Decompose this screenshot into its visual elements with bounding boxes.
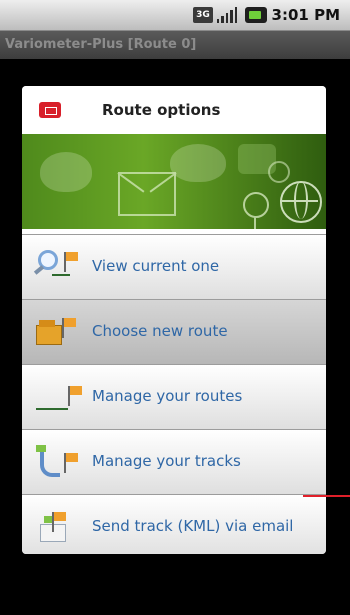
status-clock: 3:01 PM	[271, 6, 340, 24]
email-track-icon	[36, 510, 80, 542]
route-flag-icon	[36, 380, 82, 412]
menu-item-choose-route[interactable]: Choose new route	[22, 299, 326, 364]
dialog-header: Route options	[22, 86, 326, 134]
app-title: Variometer-Plus [Route 0]	[5, 37, 197, 52]
male-symbol-icon	[268, 161, 290, 183]
folder-route-icon	[36, 315, 80, 347]
menu-item-label: Send track (KML) via email	[92, 517, 294, 535]
dialog-title: Route options	[102, 101, 221, 119]
signal-strength-icon	[217, 7, 238, 23]
globe-icon	[280, 181, 322, 223]
app-title-bar: Variometer-Plus [Route 0]	[0, 31, 350, 59]
menu-item-manage-tracks[interactable]: Manage your tracks	[22, 429, 326, 494]
menu-item-view-current[interactable]: View current one	[22, 234, 326, 299]
menu-item-send-track[interactable]: Send track (KML) via email	[22, 494, 326, 554]
butterfly-icon	[170, 144, 226, 182]
dialog-banner	[22, 134, 326, 229]
envelope-icon	[118, 172, 176, 216]
annotation-line	[303, 495, 350, 497]
status-bar: 3G 3:01 PM	[0, 0, 350, 31]
exit-icon	[39, 102, 61, 118]
menu-item-label: Choose new route	[92, 322, 228, 340]
track-flag-icon	[36, 445, 80, 477]
menu-item-label: Manage your routes	[92, 387, 243, 405]
menu-item-label: View current one	[92, 257, 220, 275]
battery-icon	[245, 7, 267, 23]
female-symbol-icon	[243, 192, 269, 229]
menu-item-label: Manage your tracks	[92, 452, 241, 470]
magnifier-route-icon	[33, 250, 80, 282]
route-options-dialog: Route options View current one Choose ne…	[22, 86, 326, 554]
butterfly-icon	[40, 152, 92, 192]
menu-item-manage-routes[interactable]: Manage your routes	[22, 364, 326, 429]
network-3g-icon: 3G	[193, 7, 213, 23]
